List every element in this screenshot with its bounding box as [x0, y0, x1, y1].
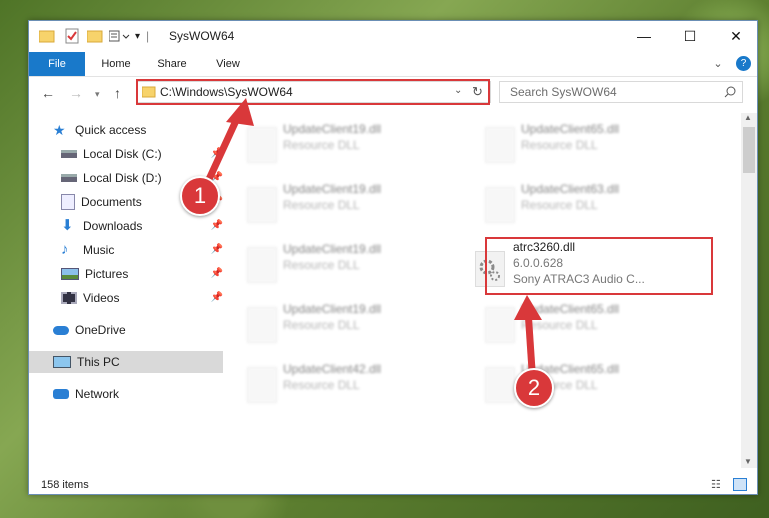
arrow-head-2	[514, 295, 542, 320]
annotation-badge-1: 1	[180, 176, 220, 216]
annotation-badge-2: 2	[514, 368, 554, 408]
annotation-arrows	[201, 98, 542, 371]
arrow-head-1	[226, 98, 254, 126]
arrow-line-1	[201, 110, 244, 190]
